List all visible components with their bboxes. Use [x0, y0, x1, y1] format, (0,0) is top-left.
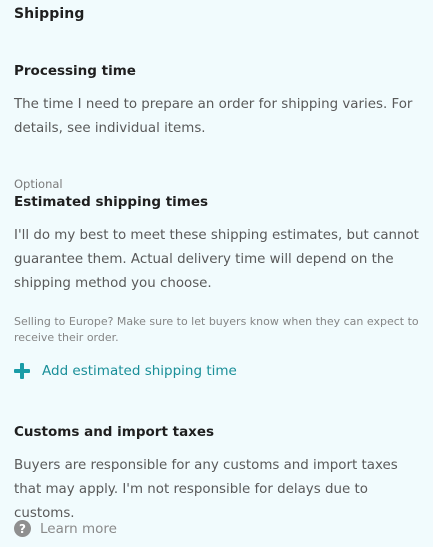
add-estimated-shipping-button[interactable]: Add estimated shipping time [14, 363, 237, 379]
add-estimated-shipping-label: Add estimated shipping time [42, 363, 237, 379]
europe-note: Selling to Europe? Make sure to let buye… [14, 315, 419, 344]
processing-time-heading: Processing time [14, 63, 136, 79]
learn-more-label: Learn more [40, 520, 117, 537]
estimated-shipping-description: I'll do my best to meet these shipping e… [14, 228, 419, 291]
plus-icon [14, 363, 30, 379]
shipping-panel: Shipping Processing time The time I need… [0, 0, 433, 547]
customs-description: Buyers are responsible for any customs a… [14, 458, 398, 521]
optional-label: Optional [14, 177, 63, 191]
question-circle-icon: ? [14, 520, 31, 537]
learn-more-link[interactable]: ? Learn more [14, 520, 117, 537]
estimated-shipping-heading: Estimated shipping times [14, 194, 209, 210]
page-title: Shipping [14, 6, 85, 22]
processing-time-description: The time I need to prepare an order for … [14, 97, 413, 136]
customs-heading: Customs and import taxes [14, 424, 215, 440]
